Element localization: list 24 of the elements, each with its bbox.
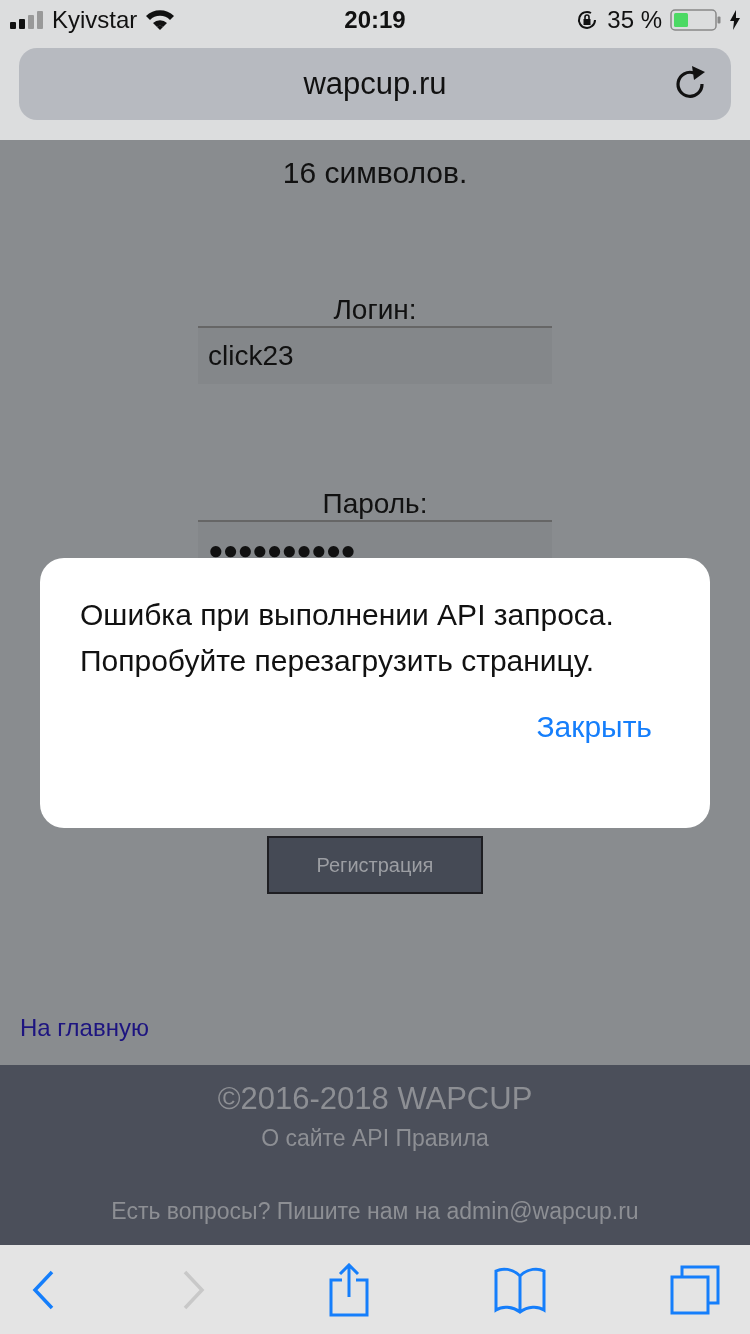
address-bar[interactable]: wapcup.ru — [19, 48, 731, 120]
register-button[interactable]: Регистрация — [267, 836, 483, 894]
share-icon[interactable] — [329, 1262, 369, 1317]
battery-percent: 35 % — [607, 6, 662, 34]
field-label: Логин: — [333, 294, 417, 326]
carrier-name: Kyivstar — [52, 6, 138, 34]
page-note: 16 символов. — [282, 156, 468, 190]
contact-text: Есть вопросы? Пишите нам на admin@wapcup.ru — [111, 1198, 639, 1225]
alert-message: Ошибка при выполнении API запроса. Попробуйте перезагрузить страницу. — [80, 597, 615, 679]
url-text: wapcup.ru — [303, 66, 447, 102]
copyright-text: ©2016-2018 WAPCUP — [217, 1081, 533, 1117]
login-field[interactable]: click23 — [198, 326, 552, 384]
back-icon[interactable] — [32, 1269, 56, 1310]
tabs-icon[interactable] — [670, 1264, 720, 1315]
home-link[interactable]: На главную — [20, 1014, 149, 1042]
close-button[interactable]: Закрыть — [536, 710, 670, 744]
footer-links[interactable]: О сайте API Правила — [261, 1125, 489, 1152]
wifi-icon — [145, 9, 176, 31]
clock-time: 20:19 — [344, 6, 406, 34]
battery-icon — [670, 9, 722, 31]
field-label: Пароль: — [322, 488, 428, 520]
book-icon[interactable] — [493, 1265, 546, 1314]
charging-icon — [730, 10, 740, 30]
signal-icon — [10, 11, 44, 29]
